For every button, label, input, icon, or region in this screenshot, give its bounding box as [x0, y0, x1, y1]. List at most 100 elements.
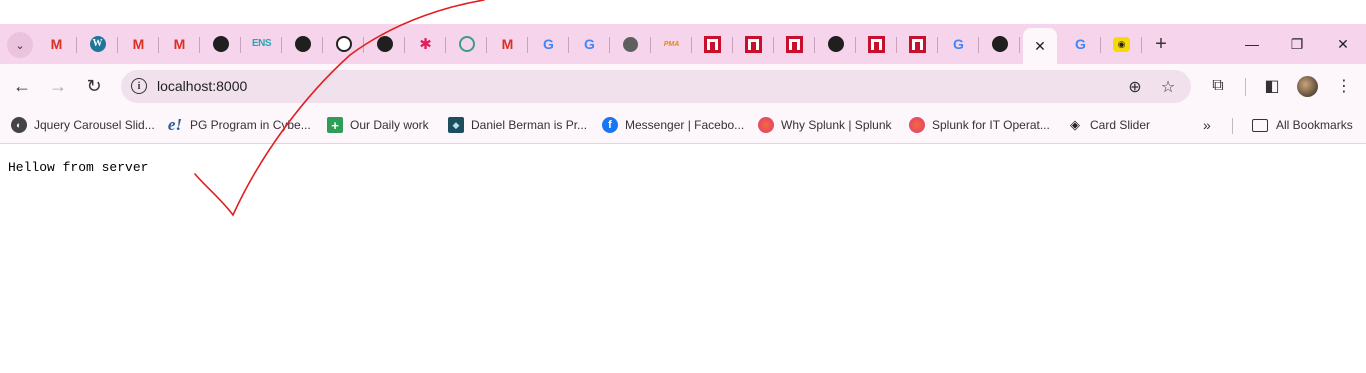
tab-strip: ⌄ M W M M ENS ✱ M G G PMA G ✕ G ◉ + — ❐ ✕ — [0, 24, 1366, 64]
address-bar[interactable]: i localhost:8000 ⊕ ☆ — [121, 70, 1191, 103]
bookmark-label: Our Daily work — [350, 118, 429, 132]
wordpress-icon: W — [89, 36, 106, 52]
menu-icon[interactable]: ⋮ — [1332, 74, 1356, 98]
gmail-icon: M — [173, 36, 186, 52]
tab[interactable]: ENS — [241, 28, 282, 60]
google-icon: G — [543, 36, 554, 52]
window-top-strip — [0, 0, 1366, 24]
plus-icon: + — [327, 117, 343, 133]
bookmark-star-icon[interactable]: ☆ — [1157, 76, 1179, 98]
tab[interactable] — [364, 28, 405, 60]
google-icon: G — [1075, 36, 1086, 52]
site-info-icon[interactable]: i — [131, 78, 147, 94]
tab[interactable]: G — [1060, 28, 1101, 60]
bookmark-item[interactable]: + Our Daily work — [327, 115, 429, 135]
bookmark-item[interactable]: ◆ Daniel Berman is Pr... — [448, 115, 587, 135]
tab[interactable] — [897, 28, 938, 60]
minimize-button[interactable]: — — [1232, 30, 1272, 58]
tab[interactable]: M — [487, 28, 528, 60]
back-button[interactable]: ← — [7, 71, 37, 101]
zoom-icon[interactable]: ⊕ — [1124, 76, 1146, 98]
bookmark-label: Jquery Carousel Slid... — [34, 118, 155, 132]
github-icon — [827, 36, 844, 52]
google-icon: G — [953, 36, 964, 52]
red-square-icon — [909, 35, 926, 53]
url-text[interactable]: localhost:8000 — [157, 78, 247, 94]
all-bookmarks-label: All Bookmarks — [1276, 118, 1353, 132]
globe-icon — [623, 36, 638, 52]
tab[interactable] — [692, 28, 733, 60]
red-square-icon — [868, 35, 885, 53]
db-icon: ◆ — [448, 117, 464, 133]
bookmark-label: Card Slider — [1090, 118, 1151, 132]
bookmark-label: Splunk for IT Operat... — [932, 118, 1050, 132]
red-square-icon — [704, 35, 721, 53]
tab[interactable] — [446, 28, 487, 60]
new-tab-button[interactable]: + — [1150, 32, 1172, 56]
jquery-icon: ◐ — [11, 117, 27, 133]
tab[interactable] — [282, 28, 323, 60]
folder-icon — [1252, 118, 1268, 132]
tab[interactable] — [815, 28, 856, 60]
bookmark-label: Why Splunk | Splunk — [781, 118, 892, 132]
tab-active[interactable]: ✕ — [1023, 28, 1057, 64]
github-icon — [212, 36, 229, 52]
bookmark-label: Daniel Berman is Pr... — [471, 118, 588, 132]
window-close-button[interactable]: ✕ — [1323, 30, 1363, 58]
clock-icon — [335, 36, 352, 52]
reload-button[interactable]: ↻ — [79, 71, 109, 101]
bookmark-item[interactable]: ◈ Card Slider — [1067, 115, 1150, 135]
google-icon: G — [584, 36, 595, 52]
tab[interactable]: ✱ — [405, 28, 446, 60]
bookmark-item[interactable]: ◐ Jquery Carousel Slid... — [11, 115, 155, 135]
close-icon[interactable]: ✕ — [1034, 38, 1046, 55]
tab[interactable]: M — [118, 28, 159, 60]
forward-button[interactable]: → — [43, 71, 73, 101]
profile-avatar[interactable] — [1297, 76, 1318, 97]
github-icon — [991, 36, 1008, 52]
tab[interactable] — [200, 28, 241, 60]
tab[interactable]: M — [36, 28, 77, 60]
bookmark-item[interactable]: Splunk for IT Operat... — [909, 115, 1050, 135]
tab[interactable]: M — [159, 28, 200, 60]
bookmarks-divider — [1232, 118, 1233, 134]
tab[interactable]: G — [569, 28, 610, 60]
tab[interactable]: ◉ — [1101, 28, 1142, 60]
bookmarks-overflow-icon[interactable]: » — [1203, 117, 1211, 133]
ens-icon: ENS — [251, 38, 272, 49]
extensions-icon[interactable]: ⧉ — [1206, 74, 1230, 98]
red-square-icon — [745, 35, 762, 53]
tab[interactable] — [979, 28, 1020, 60]
tab[interactable] — [774, 28, 815, 60]
tab[interactable]: G — [938, 28, 979, 60]
tab-search-button[interactable]: ⌄ — [7, 32, 33, 58]
tab[interactable] — [610, 28, 651, 60]
bookmark-item[interactable]: e! PG Program in Cybe... — [167, 115, 311, 135]
tab[interactable]: W — [77, 28, 118, 60]
bookmark-label: Messenger | Facebo... — [625, 118, 745, 132]
page-body-text: Hellow from server — [8, 160, 149, 175]
splunk-icon — [909, 117, 925, 133]
e-icon: e! — [167, 115, 183, 134]
side-panel-icon[interactable]: ◧ — [1260, 74, 1284, 98]
browser-toolbar: ← → ↻ i localhost:8000 ⊕ ☆ ⧉ ◧ ⋮ — [0, 64, 1366, 108]
bookmark-item[interactable]: Why Splunk | Splunk — [758, 115, 892, 135]
tab[interactable] — [323, 28, 364, 60]
tab-separator — [1141, 37, 1142, 53]
all-bookmarks-button[interactable]: All Bookmarks — [1252, 115, 1353, 135]
tab-separator — [1019, 37, 1020, 53]
tab[interactable] — [856, 28, 897, 60]
chatgpt-icon — [458, 36, 475, 52]
gmail-icon: M — [501, 36, 514, 52]
gmail-icon: M — [50, 36, 63, 52]
tab[interactable] — [733, 28, 774, 60]
restore-button[interactable]: ❐ — [1277, 30, 1317, 58]
tab[interactable]: G — [528, 28, 569, 60]
bookmark-item[interactable]: f Messenger | Facebo... — [602, 115, 744, 135]
red-square-icon — [786, 35, 803, 53]
gmail-icon: M — [132, 36, 145, 52]
bookmark-label: PG Program in Cybe... — [190, 118, 311, 132]
toolbar-divider — [1245, 78, 1246, 96]
github-icon — [294, 36, 311, 52]
tab[interactable]: PMA — [651, 28, 692, 60]
